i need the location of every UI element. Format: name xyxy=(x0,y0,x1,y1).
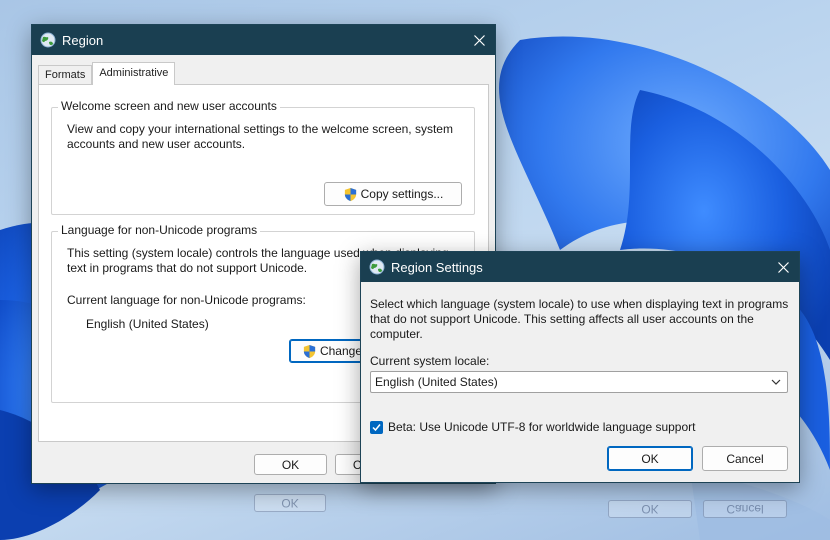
reflection-ok-button: OK xyxy=(254,494,326,512)
welcome-group-title: Welcome screen and new user accounts xyxy=(58,99,280,113)
dialog-cancel-label: Cancel xyxy=(726,451,764,466)
welcome-group: Welcome screen and new user accounts Vie… xyxy=(51,99,475,215)
system-locale-dropdown[interactable]: English (United States) xyxy=(370,371,788,393)
region-settings-dialog: Region Settings Select which language (s… xyxy=(360,251,800,483)
settings-titlebar[interactable]: Region Settings xyxy=(361,252,799,282)
beta-utf8-option: Beta: Use Unicode UTF-8 for worldwide la… xyxy=(370,420,696,434)
reflection-settings-ok-button: OK xyxy=(608,500,692,518)
beta-utf8-label: Beta: Use Unicode UTF-8 for worldwide la… xyxy=(388,420,696,434)
uac-shield-icon xyxy=(303,344,316,358)
current-language-value: English (United States) xyxy=(86,317,209,331)
copy-settings-button[interactable]: Copy settings... xyxy=(324,182,462,206)
ok-label: OK xyxy=(281,457,300,472)
system-locale-value: English (United States) xyxy=(375,375,498,389)
tab-strip: Formats Administrative xyxy=(38,62,176,85)
dialog-title: Region Settings xyxy=(391,259,483,275)
current-language-label: Current language for non-Unicode program… xyxy=(67,293,306,307)
dialog-ok-button[interactable]: OK xyxy=(607,446,693,471)
welcome-description: View and copy your international setting… xyxy=(67,122,453,151)
checkmark-icon xyxy=(372,423,381,431)
nonunicode-group-title: Language for non-Unicode programs xyxy=(58,223,261,237)
beta-utf8-checkbox[interactable] xyxy=(370,420,383,434)
reflection-settings-cancel-button: Cancel xyxy=(703,500,787,518)
window-title: Region xyxy=(62,32,104,48)
ok-button[interactable]: OK xyxy=(254,454,327,475)
dialog-cancel-button[interactable]: Cancel xyxy=(702,446,788,471)
dialog-body: Select which language (system locale) to… xyxy=(361,282,799,482)
dialog-close-button[interactable] xyxy=(773,257,793,277)
uac-shield-icon xyxy=(344,187,356,201)
copy-settings-label: Copy settings... xyxy=(360,187,444,201)
region-titlebar[interactable]: Region xyxy=(32,25,495,55)
tab-formats[interactable]: Formats xyxy=(38,65,93,85)
dialog-description: Select which language (system locale) to… xyxy=(370,297,789,341)
globe-icon xyxy=(40,32,56,48)
chevron-down-icon xyxy=(771,379,781,385)
close-icon xyxy=(777,261,789,273)
locale-label: Current system locale: xyxy=(370,354,490,368)
dialog-ok-label: OK xyxy=(641,451,659,466)
close-icon xyxy=(473,34,485,46)
globe-icon xyxy=(369,259,385,275)
tab-administrative[interactable]: Administrative xyxy=(92,62,176,85)
close-button[interactable] xyxy=(469,30,489,50)
